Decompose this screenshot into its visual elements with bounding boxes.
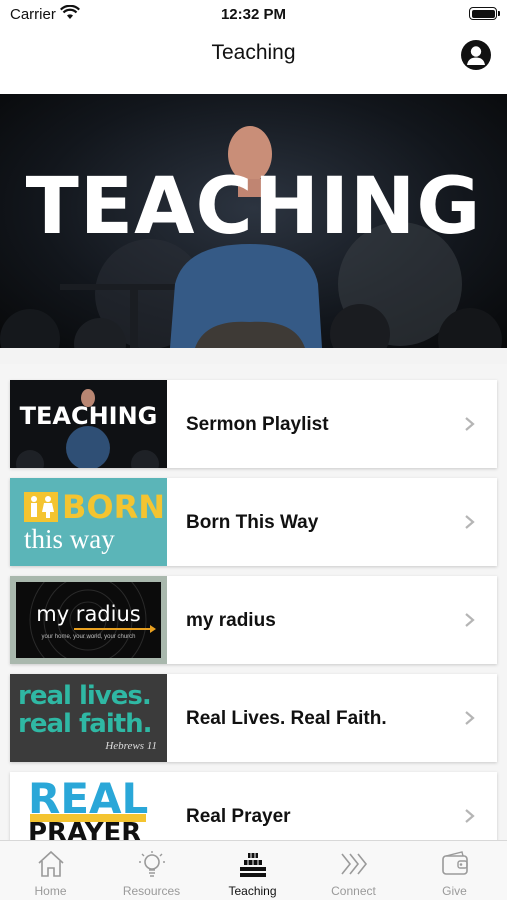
hero-title: TEACHING — [25, 162, 482, 252]
real-lives-thumb-text: real lives. — [18, 681, 152, 711]
list-item-sermon-playlist[interactable]: TEACHING Sermon Playlist — [10, 380, 497, 468]
hebrews-thumb-text: Hebrews 11 — [105, 740, 157, 752]
tab-bar: Home Resources Teaching Connect Give — [0, 840, 507, 900]
chevron-right-icon — [465, 613, 475, 627]
list-item-born-this-way[interactable]: BORN this way Born This Way — [10, 478, 497, 566]
battery-icon — [469, 7, 500, 20]
chevrons-icon — [341, 853, 368, 875]
podium-icon — [240, 853, 266, 877]
lightbulb-icon — [139, 851, 165, 877]
hero-banner[interactable]: TEACHING — [0, 94, 507, 348]
tab-label: Home — [34, 884, 67, 898]
page-title: Teaching — [211, 41, 296, 64]
list-item-label: my radius — [186, 610, 276, 631]
chevron-right-icon — [465, 515, 475, 529]
list-item-label: Born This Way — [186, 512, 319, 533]
profile-button[interactable] — [461, 40, 491, 70]
real-lives-thumbnail: real lives. real faith. Hebrews 11 — [10, 674, 167, 762]
born-thumb-text: BORN — [62, 488, 166, 526]
chevron-right-icon — [465, 809, 475, 823]
list-item-label: Real Lives. Real Faith. — [186, 708, 387, 729]
section-separator — [0, 348, 507, 364]
real-prayer-thumbnail: REAL PRAYER — [10, 772, 167, 840]
tab-label: Teaching — [228, 884, 277, 898]
my-radius-thumb-text: my radius — [36, 602, 141, 626]
status-time: 12:32 PM — [220, 6, 287, 23]
chevron-right-icon — [465, 711, 475, 725]
tab-resources[interactable]: Resources — [101, 841, 202, 900]
my-radius-thumb-subtext: your home, your world, your church — [41, 634, 136, 640]
sermon-playlist-thumbnail: TEACHING — [10, 380, 167, 468]
teaching-list: TEACHING Sermon Playlist BORN this way B… — [0, 364, 507, 840]
nav-bar: Teaching — [0, 28, 507, 92]
chevron-right-icon — [465, 417, 475, 431]
tab-label: Give — [442, 884, 467, 898]
tab-teaching[interactable]: Teaching — [202, 841, 303, 900]
real-faith-thumb-text: real faith. — [18, 709, 153, 739]
prayer-thumb-text: PRAYER — [28, 818, 142, 840]
my-radius-thumbnail: my radius your home, your world, your ch… — [10, 576, 167, 664]
born-this-way-thumbnail: BORN this way — [10, 478, 167, 566]
list-item-my-radius[interactable]: my radius your home, your world, your ch… — [10, 576, 497, 664]
wallet-icon — [442, 851, 468, 875]
list-item-real-lives-real-faith[interactable]: real lives. real faith. Hebrews 11 Real … — [10, 674, 497, 762]
tab-label: Connect — [331, 884, 376, 898]
user-icon — [467, 46, 485, 65]
tab-home[interactable]: Home — [0, 841, 101, 900]
list-item-label: Real Prayer — [186, 806, 291, 827]
tab-give[interactable]: Give — [404, 841, 505, 900]
home-icon — [38, 850, 64, 877]
sermon-playlist-thumb-text: TEACHING — [19, 402, 158, 430]
tab-connect[interactable]: Connect — [303, 841, 404, 900]
this-way-thumb-text: this way — [24, 524, 115, 554]
list-item-label: Sermon Playlist — [186, 414, 329, 435]
status-bar: Carrier 12:32 PM — [0, 0, 507, 28]
list-item-real-prayer[interactable]: REAL PRAYER Real Prayer — [10, 772, 497, 840]
tab-label: Resources — [122, 884, 181, 898]
